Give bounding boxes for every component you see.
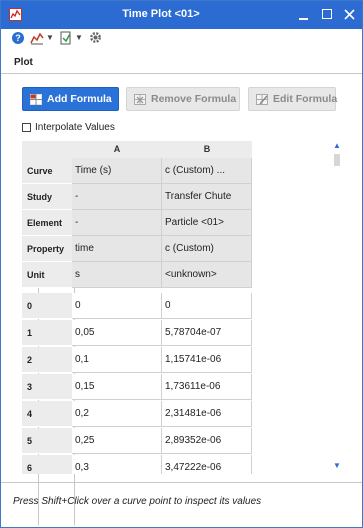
- data-table: A B Curve Time (s) c (Custom) ... Study …: [22, 141, 332, 474]
- add-formula-icon: [30, 94, 42, 105]
- tab-plot[interactable]: Plot: [10, 53, 38, 74]
- edit-formula-icon: [256, 94, 268, 105]
- table-cell[interactable]: c (Custom): [162, 236, 252, 262]
- row-header-unit: Unit: [22, 262, 72, 288]
- add-formula-button[interactable]: Add Formula: [22, 87, 119, 111]
- table-cell[interactable]: 0,3: [72, 455, 162, 474]
- table-cell[interactable]: 0,25: [72, 428, 162, 454]
- table-cell[interactable]: s: [72, 262, 162, 288]
- status-hint: Press Shift+Click over a curve point to …: [13, 496, 262, 507]
- scroll-up-icon[interactable]: ▲: [332, 141, 342, 151]
- edit-formula-button[interactable]: Edit Formula: [248, 87, 338, 111]
- row-header-property: Property: [22, 236, 72, 262]
- table-cell[interactable]: <unknown>: [162, 262, 252, 288]
- table-cell[interactable]: 0: [72, 293, 162, 319]
- table-cell[interactable]: Time (s): [72, 158, 162, 184]
- row-header-2: 2: [22, 347, 72, 373]
- table-cell[interactable]: 0: [162, 293, 252, 319]
- close-icon: [344, 9, 355, 20]
- window-title: Time Plot <01>: [122, 8, 200, 20]
- table-cell[interactable]: 3,47222e-06: [162, 455, 252, 474]
- row-header-element: Element: [22, 210, 72, 236]
- table-cell[interactable]: -: [72, 210, 162, 236]
- table-cell[interactable]: 1,73611e-06: [162, 374, 252, 400]
- title-bar[interactable]: Time Plot <01>: [1, 1, 362, 29]
- table-cell[interactable]: 0,05: [72, 320, 162, 346]
- row-header-6: 6: [22, 455, 72, 474]
- scrollbar-thumb[interactable]: [334, 154, 340, 166]
- interpolate-values-label: Interpolate Values: [35, 122, 115, 133]
- corner-header: [22, 141, 72, 158]
- table-cell[interactable]: time: [72, 236, 162, 262]
- plot-settings-dropdown-icon[interactable]: ▼: [46, 33, 54, 47]
- table-cell[interactable]: 0,1: [72, 347, 162, 373]
- remove-formula-button[interactable]: Remove Formula: [126, 87, 240, 111]
- maximize-button[interactable]: [319, 6, 336, 23]
- gear-icon[interactable]: [89, 31, 102, 45]
- add-formula-label: Add Formula: [47, 93, 112, 105]
- table-cell[interactable]: Transfer Chute: [162, 184, 252, 210]
- close-button[interactable]: [341, 6, 358, 23]
- row-header-3: 3: [22, 374, 72, 400]
- minimize-button[interactable]: [295, 6, 312, 23]
- tab-divider: [1, 73, 362, 74]
- help-icon[interactable]: ?: [12, 32, 24, 44]
- edit-formula-label: Edit Formula: [273, 93, 338, 105]
- table-cell[interactable]: -: [72, 184, 162, 210]
- interpolate-values-checkbox[interactable]: [22, 123, 31, 132]
- minimize-icon: [299, 18, 308, 20]
- column-header-a[interactable]: A: [72, 141, 162, 158]
- table-cell[interactable]: Particle <01>: [162, 210, 252, 236]
- scroll-down-icon[interactable]: ▼: [332, 461, 342, 471]
- export-icon[interactable]: [60, 31, 72, 45]
- row-header-4: 4: [22, 401, 72, 427]
- table-cell[interactable]: 0,15: [72, 374, 162, 400]
- time-plot-window: Time Plot <01> ? ▼ ▼ Plot Table Add Form…: [0, 0, 363, 528]
- table-scrollbar[interactable]: ▲ ▼: [332, 141, 342, 474]
- row-header-curve: Curve: [22, 158, 72, 184]
- plot-settings-icon[interactable]: [30, 31, 44, 45]
- remove-formula-label: Remove Formula: [151, 93, 237, 105]
- remove-formula-icon: [134, 94, 146, 105]
- table-cell[interactable]: 2,31481e-06: [162, 401, 252, 427]
- status-divider: [1, 482, 362, 483]
- row-header-1: 1: [22, 320, 72, 346]
- table-cell[interactable]: 1,15741e-06: [162, 347, 252, 373]
- row-header-5: 5: [22, 428, 72, 454]
- tab-bar: Plot Table: [1, 53, 362, 526]
- toolbar: ? ▼ ▼: [1, 29, 362, 49]
- maximize-icon: [322, 9, 332, 19]
- table-cell[interactable]: 5,78704e-07: [162, 320, 252, 346]
- row-header-0: 0: [22, 293, 72, 319]
- table-cell[interactable]: 2,89352e-06: [162, 428, 252, 454]
- export-dropdown-icon[interactable]: ▼: [75, 33, 83, 47]
- table-cell[interactable]: 0,2: [72, 401, 162, 427]
- column-header-b[interactable]: B: [162, 141, 252, 158]
- table-cell[interactable]: c (Custom) ...: [162, 158, 252, 184]
- row-header-study: Study: [22, 184, 72, 210]
